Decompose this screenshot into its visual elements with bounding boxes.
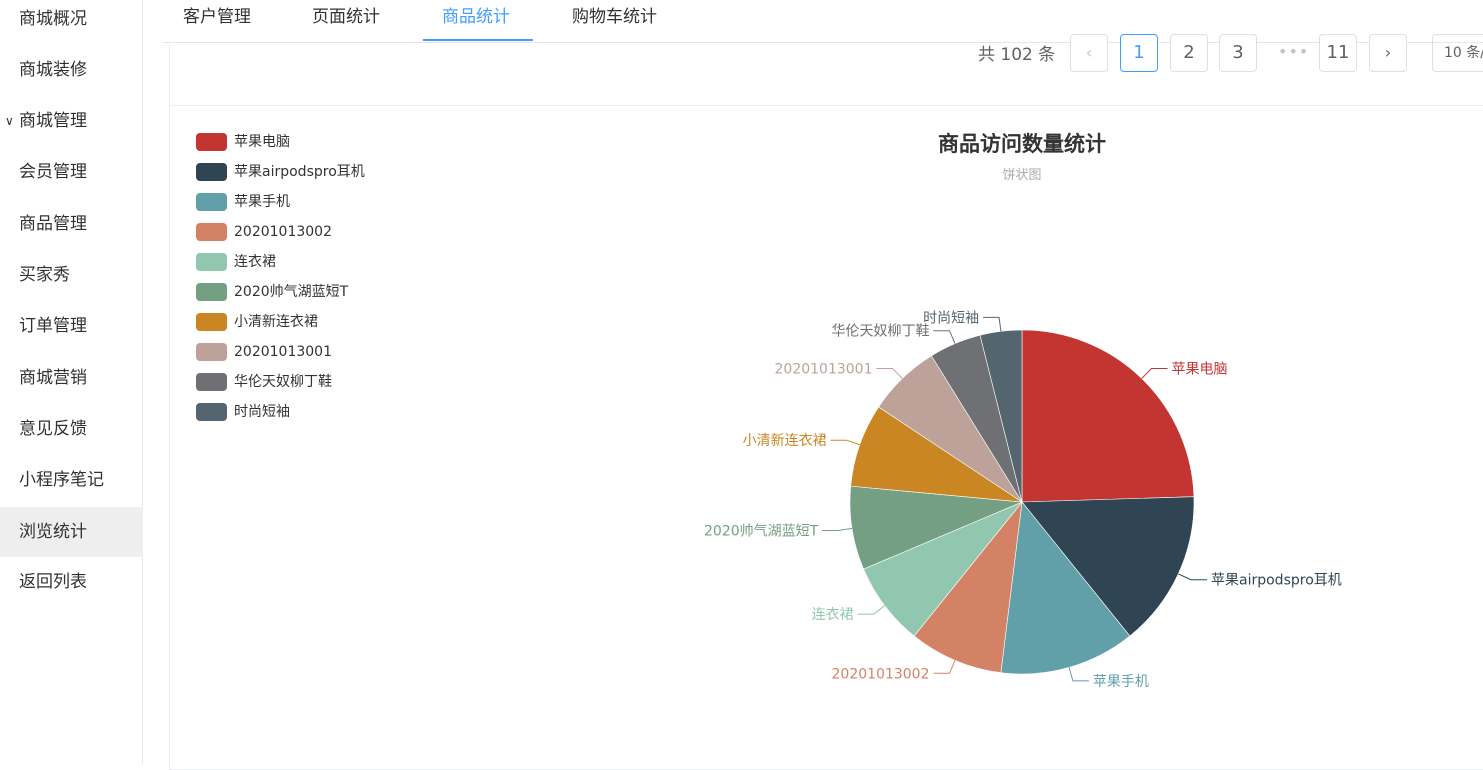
pie-label: 华伦天奴柳丁鞋: [832, 323, 930, 340]
pie-leader-line: [933, 660, 956, 674]
pie-leader-line: [1068, 667, 1089, 682]
pie-label: 时尚短袖: [923, 310, 979, 326]
pie-label: 连衣裙: [812, 607, 854, 623]
pie-label: 苹果电脑: [1172, 362, 1228, 378]
chart-title: 商品访问数量统计: [938, 132, 1106, 156]
chart-subtitle: 饼状图: [1002, 168, 1041, 183]
pie-slices: [849, 329, 1195, 675]
pie-label: 20201013001: [775, 362, 873, 378]
pie-label: 苹果airpodspro耳机: [1211, 573, 1342, 589]
pie-label: 苹果手机: [1093, 674, 1149, 690]
pie-label: 20201013002: [832, 666, 930, 682]
pie-leader-line: [1178, 573, 1207, 581]
pie-leader-line: [1141, 368, 1168, 379]
pie-leader-line: [822, 527, 853, 531]
pie-leader-line: [830, 439, 860, 446]
pie-leader-line: [857, 605, 886, 615]
pie-slice[interactable]: [1021, 329, 1195, 503]
pie-leader-line: [983, 316, 1002, 332]
pie-label: 小清新连衣裙: [743, 433, 827, 449]
pie-leader-line: [876, 368, 903, 379]
pie-label: 2020帅气湖蓝短T: [704, 524, 819, 540]
pie-chart: 商品访问数量统计 饼状图 苹果电脑苹果airpodspro耳机苹果手机 20201…: [704, 132, 1342, 690]
pie-leader-line: [933, 330, 956, 344]
